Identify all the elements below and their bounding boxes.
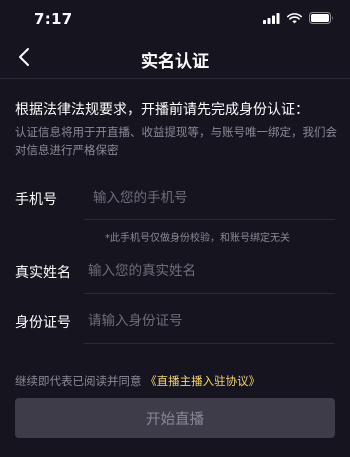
phone-note: *此手机号仅做身份校验，和账号绑定无关 [105,233,290,244]
name-label: 真实姓名 [15,265,71,281]
phone-input[interactable] [93,186,333,210]
signal-icon [263,12,280,24]
intro-description: 认证信息将用于开直播、收益提现等，与账号唯一绑定，我们会对信息进行严格保密 [15,125,337,157]
phone-underline [84,219,335,220]
status-time: 7:17 [34,10,73,28]
start-live-button[interactable]: 开始直播 [15,398,335,438]
nav-bar: 实名认证 [0,38,350,78]
id-input[interactable] [88,309,333,333]
status-icons [263,12,334,24]
name-input[interactable] [88,259,333,283]
header-divider [0,78,350,79]
page-title: 实名认证 [141,52,209,72]
agreement-prefix: 继续即代表已阅读并同意 [15,374,142,388]
battery-icon [309,12,333,24]
phone-label: 手机号 [15,192,57,208]
name-underline [84,293,335,294]
agreement-text: 继续即代表已阅读并同意 《直播主播入驻协议》 [15,373,260,389]
intro-title: 根据法律法规要求，开播前请先完成身份认证： [15,102,309,118]
id-underline [84,343,335,344]
id-label: 身份证号 [15,315,71,331]
agreement-link[interactable]: 《直播主播入驻协议》 [145,374,260,388]
status-bar: 7:17 [0,0,350,36]
wifi-icon [287,12,302,23]
